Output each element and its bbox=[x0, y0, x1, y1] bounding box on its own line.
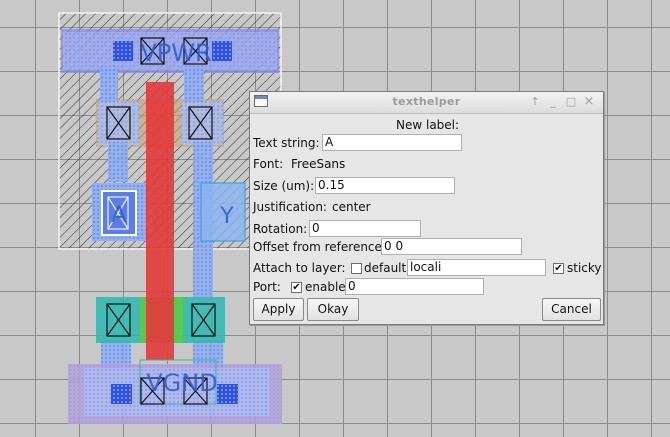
justification-value: center bbox=[332, 200, 371, 214]
port-enable-label: enable bbox=[305, 280, 346, 294]
rotation-label: Rotation: bbox=[253, 222, 308, 236]
output-y-label: Y bbox=[219, 204, 234, 229]
rotation-input[interactable]: 0 bbox=[309, 220, 421, 237]
attach-layer-label: Attach to layer: bbox=[253, 261, 346, 275]
default-layer-label: default bbox=[364, 261, 407, 275]
port-number-input[interactable]: 0 bbox=[345, 278, 484, 295]
apply-button[interactable]: Apply bbox=[253, 298, 304, 321]
cancel-button[interactable]: Cancel bbox=[542, 298, 601, 321]
size-input[interactable]: 0.15 bbox=[315, 177, 455, 194]
close-icon[interactable]: × bbox=[582, 95, 596, 109]
port-enable-checkbox[interactable]: ✔ bbox=[291, 282, 302, 293]
font-value: FreeSans bbox=[291, 157, 346, 171]
input-a-label: A bbox=[111, 203, 126, 228]
sticky-checkbox[interactable]: ✔ bbox=[553, 263, 564, 274]
tap-vpwr-right bbox=[212, 41, 232, 61]
text-string-input[interactable]: A bbox=[322, 134, 462, 151]
sticky-label: sticky bbox=[567, 261, 602, 275]
offset-input[interactable]: 0 0 bbox=[381, 238, 522, 255]
offset-label: Offset from reference: bbox=[253, 240, 386, 254]
vpwr-label: VPWR bbox=[140, 39, 211, 67]
metal-strap-left bbox=[100, 66, 118, 102]
minimize-icon[interactable]: _ bbox=[546, 95, 560, 109]
font-label: Font: bbox=[253, 157, 284, 171]
size-label: Size (um): bbox=[253, 179, 315, 193]
tap-vpwr-left bbox=[113, 41, 133, 61]
dialog-titlebar[interactable]: texthelper ↑ _ □ × bbox=[250, 92, 603, 114]
texthelper-dialog: texthelper ↑ _ □ × New label: Text strin… bbox=[249, 91, 604, 325]
metal-strap-top-right bbox=[184, 66, 204, 102]
maximize-icon[interactable]: □ bbox=[564, 95, 578, 109]
tap-vgnd-left bbox=[111, 384, 132, 404]
port-label: Port: bbox=[253, 280, 281, 294]
default-layer-checkbox[interactable] bbox=[351, 263, 362, 274]
tap-vgnd-right bbox=[217, 384, 238, 404]
vgnd-label: VGND bbox=[146, 369, 217, 397]
justification-label: Justification: bbox=[253, 200, 327, 214]
poly-gate bbox=[146, 82, 174, 360]
new-label-heading: New label: bbox=[396, 118, 460, 132]
layer-input[interactable]: locali bbox=[407, 259, 546, 276]
raise-icon[interactable]: ↑ bbox=[528, 95, 542, 109]
text-string-label: Text string: bbox=[253, 136, 320, 150]
okay-button[interactable]: Okay bbox=[307, 298, 359, 321]
metal-strap-mid-left bbox=[108, 142, 128, 182]
